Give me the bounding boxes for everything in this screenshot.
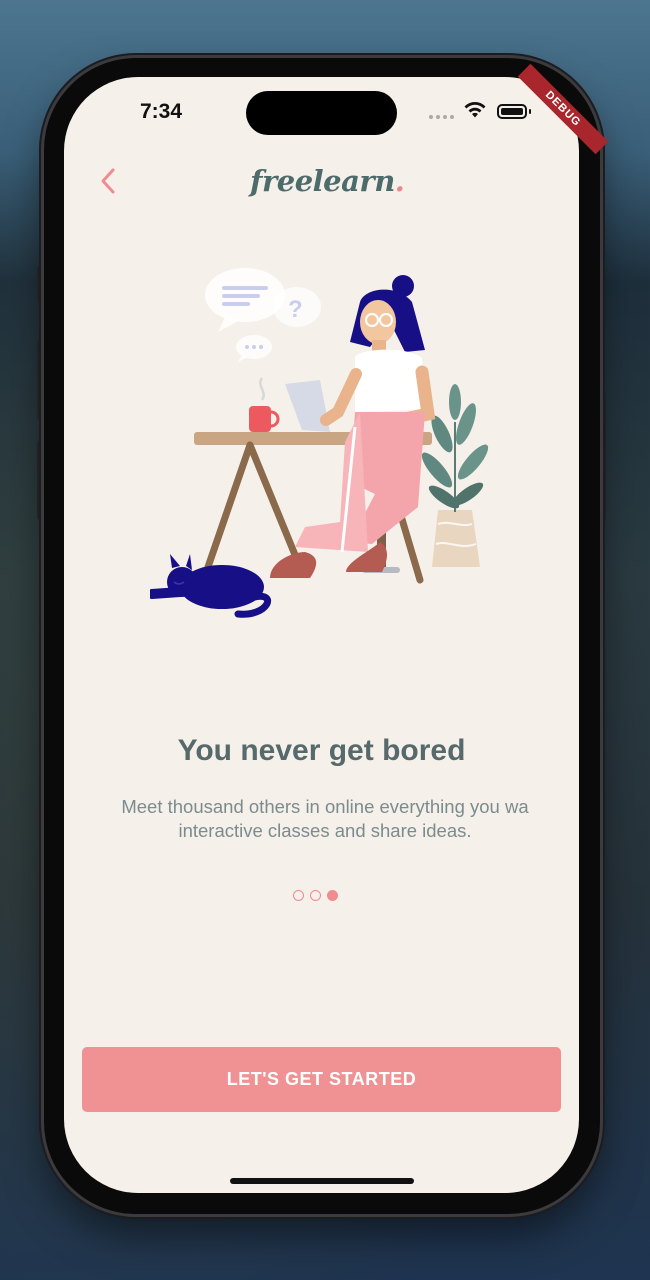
typing-bubble-icon [236,335,272,362]
battery-cap [529,109,531,114]
dynamic-island [246,91,397,135]
coffee-mug-icon [249,406,280,432]
wifi-icon [464,102,486,118]
app-logo: freelearn. [250,164,405,198]
speech-bubble-icon [205,268,285,332]
volume-up-button [37,340,43,420]
battery-icon [497,104,527,119]
onboarding-illustration: ? [150,268,489,618]
onboarding-description: Meet thousand others in online everythin… [121,796,529,841]
get-started-button[interactable]: LET'S GET STARTED [82,1047,561,1112]
page-indicator [293,890,338,901]
back-chevron-icon [101,168,115,194]
volume-down-button [37,440,43,520]
power-button [600,392,606,522]
page-dot-2[interactable] [310,890,321,901]
page-dot-3-active[interactable] [327,890,338,901]
app-screen [64,77,579,1193]
status-time: 7:34 [139,100,183,123]
page-dot-1[interactable] [293,890,304,901]
home-indicator[interactable] [230,1178,414,1184]
question-bubble-icon: ? [273,287,321,327]
logo-text: freelearn [250,164,395,198]
onboarding-title: You never get bored [177,734,466,767]
action-button [37,265,43,303]
signal-icon [429,115,454,119]
back-button[interactable] [92,164,124,198]
logo-dot: . [394,164,405,198]
svg-text:?: ? [288,296,303,323]
